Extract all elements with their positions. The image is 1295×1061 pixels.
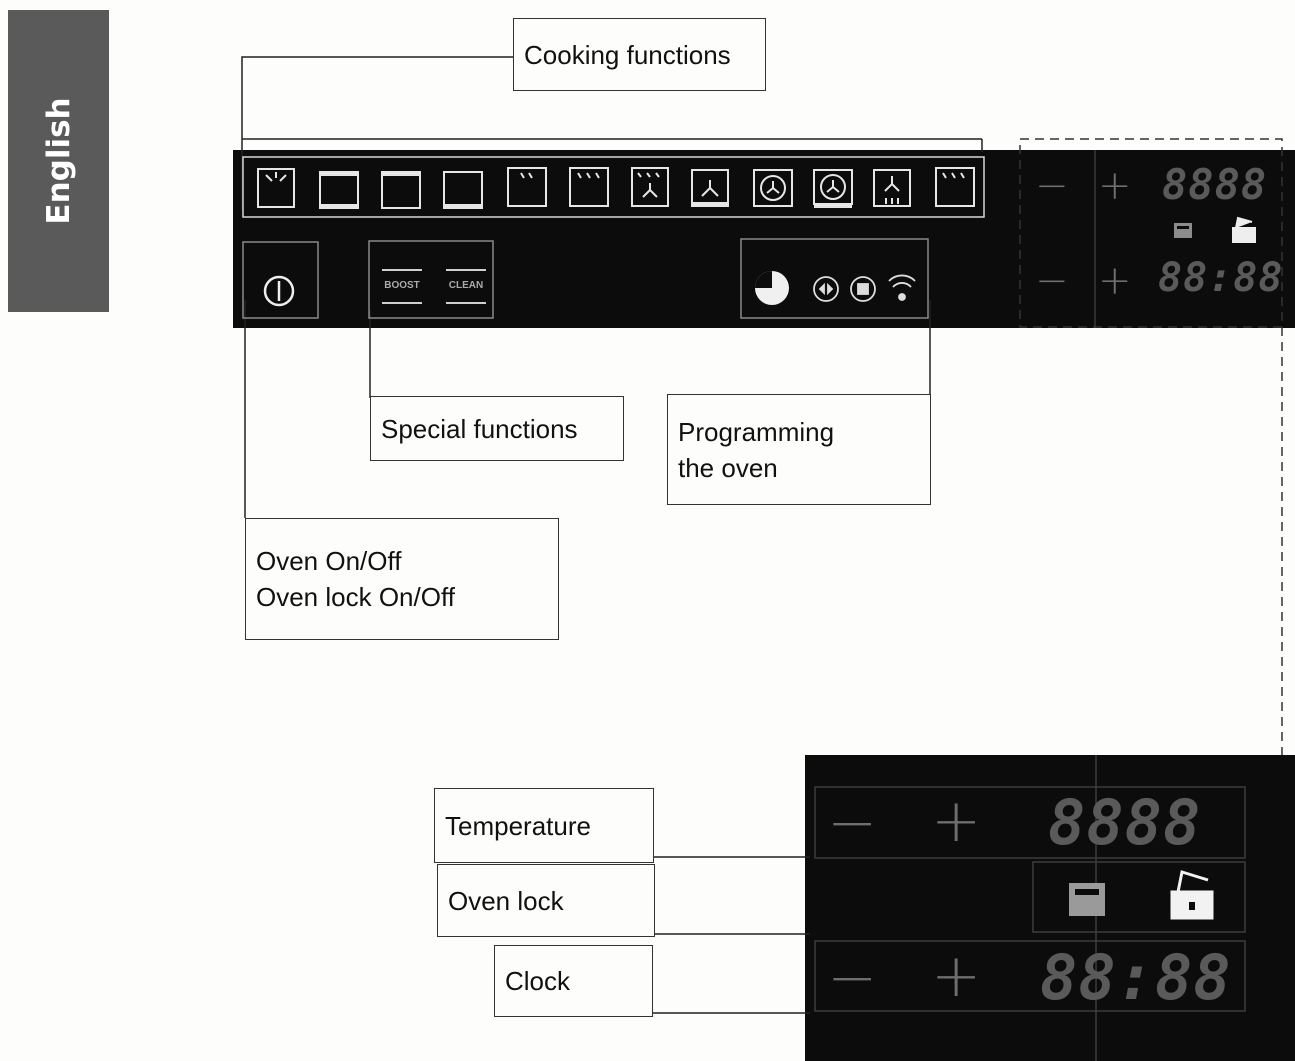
zoom-temp-plus-button[interactable]: +	[931, 786, 981, 856]
oven-lock-text: Oven lock	[448, 885, 564, 916]
clock-minus-button[interactable]: −	[1035, 258, 1069, 304]
grill-light-icon	[257, 168, 295, 208]
top-bottom-heat-icon	[319, 171, 359, 209]
zoom-clock-plus-button[interactable]: +	[931, 941, 981, 1011]
programming-label: Programming the oven	[667, 394, 931, 505]
fan-top-bottom-icon	[873, 169, 911, 207]
programming-text-1: Programming	[678, 416, 835, 447]
temp-display: 8888	[1162, 160, 1268, 209]
boost-button[interactable]: BOOST	[380, 280, 424, 291]
grill-full-icon	[935, 167, 975, 207]
special-functions-label: Special functions	[370, 396, 624, 461]
special-functions-text: Special functions	[381, 413, 578, 444]
zoom-lock-icons	[1069, 870, 1214, 920]
clock-text: Clock	[505, 966, 571, 996]
temperature-label: Temperature	[434, 788, 654, 863]
temp-plus-button[interactable]: +	[1098, 163, 1132, 209]
padlock-icon	[1170, 870, 1214, 920]
bottom-heat-icon	[443, 171, 483, 209]
clock-label: Clock	[494, 945, 653, 1017]
fan-ring-icon	[813, 169, 853, 208]
oven-lock-icon	[1069, 883, 1105, 916]
zoom-clock-display: 88:88	[1040, 941, 1232, 1014]
power-icon	[263, 275, 295, 307]
temp-minus-button[interactable]: −	[1035, 163, 1069, 209]
zoom-clock-minus-button[interactable]: −	[827, 943, 877, 1013]
grill-small-icon	[507, 167, 547, 207]
zoom-temp-minus-button[interactable]: −	[827, 788, 877, 858]
clock-display: 88:88	[1158, 255, 1284, 301]
cooking-function-icons	[257, 167, 975, 209]
fan-icon	[753, 169, 793, 207]
fan-bottom-heat-icon	[691, 169, 729, 207]
programming-text-2: the oven	[678, 452, 778, 483]
padlock-icon	[1232, 216, 1256, 243]
zoom-temp-display: 8888	[1048, 786, 1202, 859]
top-lock-icons	[1174, 216, 1256, 243]
onoff-text-2: Oven lock On/Off	[256, 582, 455, 612]
grill-large-icon	[569, 167, 609, 207]
fan-grill-icon	[631, 167, 669, 207]
oven-lock-label: Oven lock	[437, 864, 655, 937]
cooking-functions-text: Cooking functions	[524, 39, 731, 70]
clock-pie-icon	[755, 271, 789, 305]
clean-button[interactable]: CLEAN	[444, 280, 488, 291]
oven-lock-icon	[1174, 223, 1192, 238]
duration-icon	[813, 276, 839, 302]
onoff-text-1: Oven On/Off	[256, 546, 402, 576]
cooking-functions-label: Cooking functions	[513, 18, 766, 91]
wifi-icon	[888, 274, 916, 301]
temperature-text: Temperature	[445, 810, 591, 841]
onoff-label: Oven On/Off Oven lock On/Off	[245, 518, 559, 640]
top-heat-icon	[381, 171, 421, 209]
clock-plus-button[interactable]: +	[1098, 258, 1132, 304]
